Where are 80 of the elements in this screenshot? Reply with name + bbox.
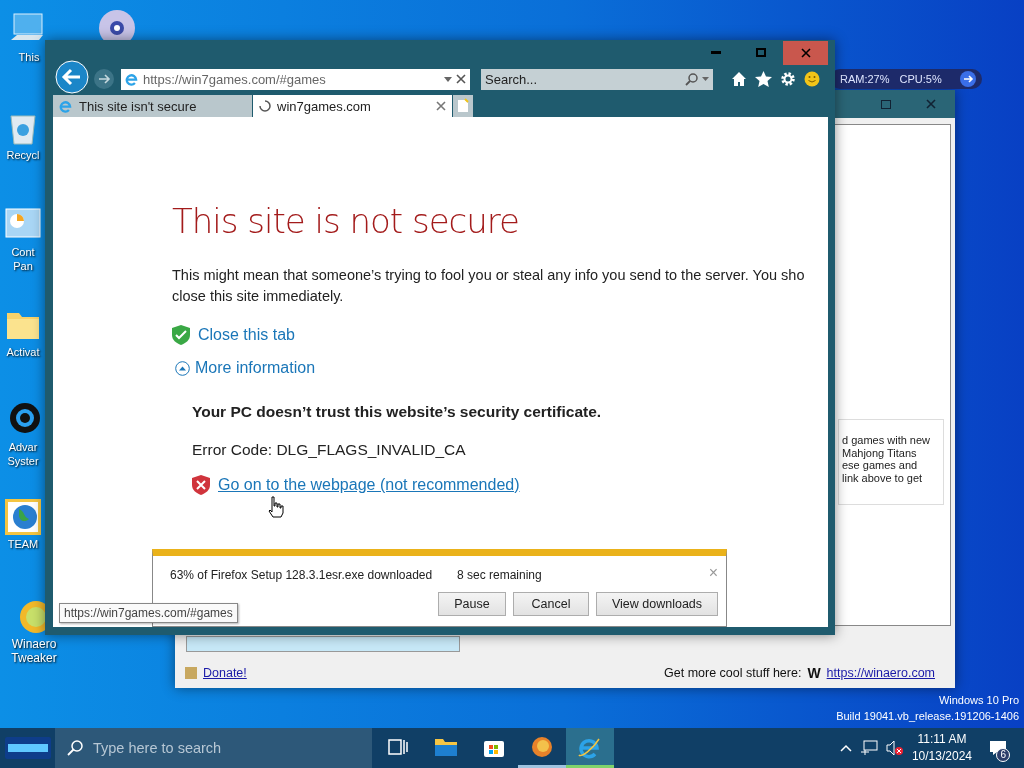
donate-link[interactable]: Donate! xyxy=(203,666,247,680)
gift-icon xyxy=(185,667,197,679)
desktop-icon-label[interactable]: Pan xyxy=(13,259,33,273)
warning-text: close this site immediately. xyxy=(172,287,345,306)
shield-x-icon xyxy=(192,475,210,495)
desktop-icon-label[interactable]: Winaero xyxy=(11,637,57,651)
minimize-icon[interactable] xyxy=(710,51,721,54)
promo-text: Get more cool stuff here: xyxy=(664,666,802,680)
star-icon[interactable] xyxy=(755,71,772,87)
download-action-button[interactable]: Pause xyxy=(438,592,506,616)
cpu-reading: CPU:5% xyxy=(899,73,942,85)
clear-icon[interactable] xyxy=(456,74,466,84)
loading-spinner-icon xyxy=(259,100,271,112)
dropdown-icon[interactable] xyxy=(444,76,452,82)
description-text: Mahjong Titans xyxy=(842,446,918,459)
download-progress-text: 63% of Firefox Setup 128.3.1esr.exe downloaded xyxy=(170,568,433,582)
horizontal-scrollbar[interactable] xyxy=(186,636,460,652)
forward-button[interactable] xyxy=(93,68,115,90)
desktop-icon-label[interactable]: Advar xyxy=(8,440,38,454)
error-code-text: Error Code: DLG_FLAGS_INVALID_CA xyxy=(192,441,467,459)
task-view-icon xyxy=(388,737,408,756)
clock-date[interactable]: 10/13/2024 xyxy=(911,748,972,765)
more-information-link[interactable]: More information xyxy=(195,359,316,377)
link-url-tooltip: https://win7games.com/#games xyxy=(59,603,238,623)
desktop-icon-label[interactable]: TEAM xyxy=(7,537,39,551)
shield-check-icon xyxy=(172,325,190,345)
browser-tab[interactable]: This site isn't secure xyxy=(53,95,252,117)
smiley-icon[interactable] xyxy=(804,71,820,87)
desktop-icon-label[interactable]: Activat xyxy=(6,345,40,359)
desktop-icon-label[interactable]: Tweaker xyxy=(11,651,57,665)
browser-tab[interactable]: win7games.com xyxy=(253,95,452,117)
desktop-icon-label[interactable]: Cont xyxy=(11,245,35,259)
close-download-button[interactable]: × xyxy=(708,564,718,582)
website-link[interactable]: https://winaero.com xyxy=(826,666,935,680)
description-text: d games with new xyxy=(842,434,932,447)
address-bar[interactable]: https://win7games.com/#games xyxy=(121,68,470,90)
close-icon[interactable] xyxy=(925,99,936,109)
start-button[interactable] xyxy=(4,737,51,759)
description-text: link above to get xyxy=(842,471,924,484)
desktop-icon-label[interactable]: Recycl xyxy=(6,148,40,162)
desktop-icon-label[interactable]: Syster xyxy=(7,454,39,468)
ram-reading: RAM:27% xyxy=(840,73,890,85)
warning-text: This might mean that someone’s trying to fool you or steal any info you send to the server. You sho xyxy=(172,266,806,285)
os-version-text: Windows 10 Pro xyxy=(937,693,1019,708)
folder-icon xyxy=(434,736,458,757)
muted-speaker-icon[interactable] xyxy=(885,740,904,756)
network-icon[interactable] xyxy=(859,740,878,756)
certificate-message: Your PC doesn’t trust this website’s security certificate. xyxy=(192,403,603,421)
browser-e-icon xyxy=(59,99,73,113)
download-action-button[interactable]: View downloads xyxy=(596,592,718,616)
clock-time[interactable]: 11:11 AM xyxy=(917,731,967,748)
search-field[interactable]: Search... xyxy=(481,68,713,90)
time-remaining-text: 8 sec remaining xyxy=(457,568,542,582)
os-version-text: Build 19041.vb_release.191206-1406 xyxy=(836,709,1019,724)
browser-globe-icon xyxy=(531,735,553,758)
close-tab-link[interactable]: Close this tab xyxy=(198,326,295,344)
notification-center-button[interactable]: 6 xyxy=(980,728,1016,768)
unsafe-webpage-link[interactable]: Go on to the webpage (not recommended) xyxy=(218,476,520,494)
maximize-icon[interactable] xyxy=(880,99,891,109)
taskbar-search-field[interactable]: Type here to search xyxy=(55,728,372,768)
download-action-button[interactable]: Cancel xyxy=(513,592,589,616)
description-text: ese games and xyxy=(842,459,919,472)
search-icon xyxy=(685,72,698,86)
close-tab-icon[interactable] xyxy=(436,101,446,111)
globe-icon xyxy=(3,497,43,537)
settings-icon[interactable] xyxy=(780,71,796,87)
dropdown-icon[interactable] xyxy=(702,77,709,81)
notification-count-badge: 6 xyxy=(996,748,1010,762)
close-icon xyxy=(800,47,811,58)
browser-e-icon xyxy=(125,72,139,86)
hand-cursor-icon xyxy=(268,496,284,518)
error-heading: This site is not secure xyxy=(172,201,520,241)
search-icon xyxy=(67,740,83,756)
home-icon[interactable] xyxy=(731,71,747,87)
chevron-up-icon[interactable] xyxy=(839,744,852,752)
logo-text: W xyxy=(807,665,821,681)
close-button[interactable] xyxy=(783,40,828,65)
desktop-icon-label[interactable]: This xyxy=(18,50,40,64)
back-button[interactable] xyxy=(55,60,89,94)
maximize-icon[interactable] xyxy=(755,48,766,57)
